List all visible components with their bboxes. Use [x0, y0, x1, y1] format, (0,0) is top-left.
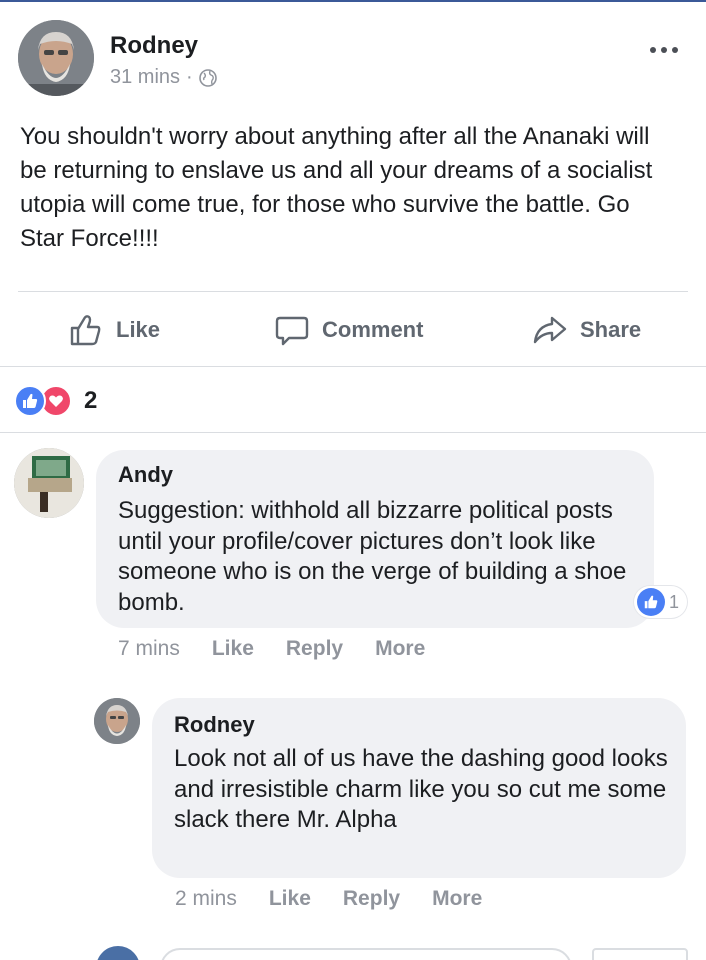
comment-reply-link[interactable]: Reply	[343, 887, 400, 911]
divider	[18, 291, 688, 292]
post-options-button[interactable]	[646, 40, 682, 60]
reactions-summary[interactable]: 2	[14, 385, 97, 417]
post-reply-button[interactable]	[592, 948, 688, 960]
like-reaction-icon	[637, 588, 665, 616]
heart-icon	[49, 395, 63, 407]
comment-author[interactable]: Rodney	[174, 712, 255, 738]
composer-avatar	[96, 946, 140, 960]
commenter-avatar[interactable]	[14, 448, 84, 518]
comment-time: 7 mins	[118, 637, 180, 660]
comment-more-link[interactable]: More	[432, 887, 482, 911]
post-author-avatar[interactable]	[18, 20, 94, 96]
comment-time: 2 mins	[175, 887, 237, 910]
comment-text: Suggestion: withhold all bizzarre politi…	[118, 497, 627, 616]
comment-meta: 7 mins Like Reply More	[118, 637, 425, 661]
comment-more-link[interactable]: More	[375, 637, 425, 661]
top-border	[0, 0, 706, 2]
comment-like-count: 1	[669, 591, 680, 612]
thumbs-up-icon	[70, 315, 101, 346]
post-meta: 31 mins ·	[110, 66, 217, 89]
comment-like-link[interactable]: Like	[269, 887, 311, 911]
post-text: You shouldn't worry about anything after…	[20, 123, 653, 252]
like-button[interactable]: Like	[68, 310, 160, 350]
share-arrow-icon	[533, 316, 567, 344]
comment-bubble-icon	[275, 316, 309, 346]
comment-reaction-badge[interactable]: 1	[634, 586, 688, 618]
meta-separator: ·	[186, 66, 193, 88]
thumbs-up-icon	[644, 595, 658, 609]
comment-button[interactable]: Comment	[274, 310, 423, 350]
comment-label: Comment	[322, 317, 424, 342]
like-label: Like	[116, 317, 161, 342]
profile-photo-icon	[94, 698, 140, 744]
more-options-dot	[661, 47, 667, 53]
more-options-dot	[672, 47, 678, 53]
divider	[0, 366, 706, 367]
comment-meta: 2 mins Like Reply More	[175, 887, 482, 911]
globe-icon	[198, 68, 217, 87]
profile-photo-icon	[14, 448, 84, 518]
divider	[0, 432, 706, 433]
thumbs-up-icon	[23, 393, 38, 408]
comment-bubble: Andy Suggestion: withhold all bizzarre p…	[96, 450, 654, 628]
share-label: Share	[580, 317, 642, 342]
write-reply-input[interactable]	[160, 948, 572, 960]
post-author-name[interactable]: Rodney	[110, 32, 198, 60]
reply-author-avatar[interactable]	[94, 698, 140, 744]
reaction-count: 2	[84, 387, 98, 414]
post-action-bar: Like Comment Share	[0, 300, 706, 360]
comment-text: Look not all of us have the dashing good…	[174, 745, 668, 833]
comment-reply-link[interactable]: Reply	[286, 637, 343, 661]
comment-bubble: Rodney Look not all of us have the dashi…	[152, 698, 686, 878]
comment-like-link[interactable]: Like	[212, 637, 254, 661]
like-reaction-icon	[14, 385, 46, 417]
share-button[interactable]: Share	[532, 310, 641, 350]
profile-photo-icon	[18, 20, 94, 96]
post-time[interactable]: 31 mins	[110, 66, 180, 89]
more-options-icon	[650, 47, 656, 53]
comment-author[interactable]: Andy	[118, 462, 173, 488]
